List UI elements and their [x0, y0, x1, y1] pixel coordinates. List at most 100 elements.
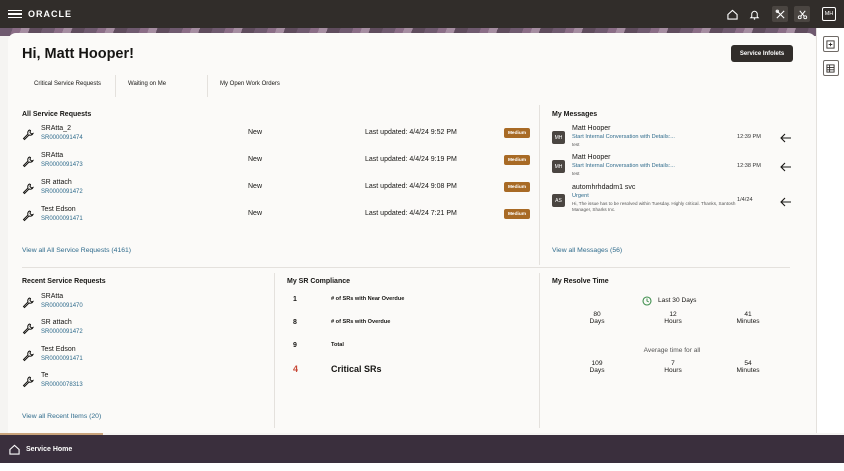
- sr-title: Test Edson: [41, 206, 76, 213]
- table-row[interactable]: SRAtta SR0000091473 New Last updated: 4/…: [22, 152, 532, 178]
- service-infolets-button[interactable]: Service Infolets: [731, 45, 793, 62]
- my-sr-compliance-heading: My SR Compliance: [287, 278, 351, 285]
- message-subject-link[interactable]: Start Internal Conversation with Details…: [572, 134, 675, 140]
- tab-bar: Critical Service Requests Waiting on Me …: [22, 75, 292, 99]
- message-sender: automhrhdadm1 svc: [572, 184, 636, 191]
- table-panel-icon[interactable]: [822, 60, 839, 76]
- avatar: MH: [552, 131, 565, 144]
- sr-title: SRAtta: [41, 293, 64, 300]
- message-sender: Matt Hooper: [572, 154, 611, 161]
- critical-srs-value: 4: [293, 364, 299, 374]
- sr-last-updated: Last updated: 4/4/24 9:08 PM: [365, 183, 457, 190]
- sr-number-link[interactable]: SR0000091471: [41, 216, 83, 222]
- hamburger-menu-icon[interactable]: [8, 9, 22, 19]
- sr-status: New: [248, 183, 263, 190]
- sr-title: Test Edson: [41, 346, 76, 353]
- message-time: 12:38 PM: [737, 163, 761, 169]
- add-panel-icon[interactable]: [822, 36, 839, 52]
- home-icon[interactable]: [724, 6, 740, 22]
- recent-service-requests-heading: Recent Service Requests: [22, 278, 106, 285]
- list-item[interactable]: SRAtta SR0000091470: [22, 293, 262, 317]
- sr-title: Te: [41, 372, 49, 379]
- tab-critical-service-requests[interactable]: Critical Service Requests: [22, 75, 116, 97]
- compliance-value: 9: [293, 342, 297, 349]
- message-preview: Hi, The issue has to be resolved within …: [572, 201, 736, 212]
- sr-number-link[interactable]: SR0000091470: [41, 303, 83, 309]
- sr-title: SR attach: [41, 319, 72, 326]
- tools-icon[interactable]: [772, 6, 788, 22]
- sr-title: SRAtta_2: [41, 125, 71, 132]
- list-item[interactable]: Test Edson SR0000091471: [22, 346, 262, 370]
- wrench-icon: [22, 350, 34, 362]
- right-rail: [816, 28, 844, 433]
- message-time: 12:39 PM: [737, 134, 761, 140]
- resolve-minutes: 41 Minutes: [736, 311, 760, 325]
- service-home-tab[interactable]: Service Home: [26, 446, 72, 453]
- priority-badge: Medium: [504, 209, 530, 219]
- list-item[interactable]: MH Matt Hooper Start Internal Conversati…: [552, 154, 791, 180]
- reply-icon[interactable]: [780, 162, 792, 172]
- message-preview: test: [572, 171, 580, 176]
- compliance-label: # of SRs with Overdue: [331, 319, 391, 325]
- home-icon[interactable]: [9, 444, 20, 455]
- my-messages-heading: My Messages: [552, 111, 598, 118]
- my-resolve-time-heading: My Resolve Time: [552, 278, 609, 285]
- avatar: AS: [552, 194, 565, 207]
- wrench-icon: [22, 129, 34, 141]
- table-row[interactable]: SRAtta_2 SR0000091474 New Last updated: …: [22, 125, 532, 151]
- user-avatar[interactable]: MH: [822, 7, 836, 21]
- divider: [22, 267, 790, 268]
- sr-title: SRAtta: [41, 152, 64, 159]
- compliance-label: # of SRs with Near Overdue: [331, 296, 405, 302]
- reply-icon[interactable]: [780, 197, 792, 207]
- sr-status: New: [248, 129, 263, 136]
- message-time: 1/4/24: [737, 197, 753, 203]
- priority-badge: Medium: [504, 128, 530, 138]
- sr-number-link[interactable]: SR0000091472: [41, 329, 83, 335]
- footer-bar: Service Home: [0, 435, 844, 463]
- view-all-recent-items-link[interactable]: View all Recent Items (20): [22, 413, 101, 420]
- divider: [539, 273, 540, 428]
- scissors-tools-icon[interactable]: [794, 6, 810, 22]
- tab-waiting-on-me[interactable]: Waiting on Me: [116, 75, 208, 97]
- resolve-period-label: Last 30 Days: [658, 297, 697, 304]
- table-row[interactable]: SR attach SR0000091472 New Last updated:…: [22, 179, 532, 205]
- top-bar: ORACLE MH: [0, 0, 844, 28]
- list-item[interactable]: SR attach SR0000091472: [22, 319, 262, 343]
- message-subject-link[interactable]: Urgent: [572, 193, 589, 199]
- reply-icon[interactable]: [780, 133, 792, 143]
- clock-icon: [642, 296, 652, 306]
- critical-srs-label: Critical SRs: [331, 364, 382, 374]
- sr-status: New: [248, 210, 263, 217]
- sr-title: SR attach: [41, 179, 72, 186]
- tab-my-open-work-orders[interactable]: My Open Work Orders: [208, 75, 292, 97]
- message-preview: test: [572, 142, 580, 147]
- sr-last-updated: Last updated: 4/4/24 9:52 PM: [365, 129, 457, 136]
- oracle-logo[interactable]: ORACLE: [28, 9, 72, 19]
- sr-number-link[interactable]: SR0000091473: [41, 162, 83, 168]
- bottom-strip: [0, 463, 844, 471]
- avg-hours: 7 Hours: [664, 360, 682, 374]
- priority-badge: Medium: [504, 155, 530, 165]
- view-all-messages-link[interactable]: View all Messages (56): [552, 247, 622, 254]
- wrench-icon: [22, 323, 34, 335]
- wrench-icon: [22, 376, 34, 388]
- list-item[interactable]: AS automhrhdadm1 svc Urgent Hi, The issu…: [552, 184, 791, 218]
- list-item[interactable]: MH Matt Hooper Start Internal Conversati…: [552, 125, 791, 151]
- sr-number-link[interactable]: SR0000091471: [41, 356, 83, 362]
- sr-number-link[interactable]: SR0000091474: [41, 135, 83, 141]
- wrench-icon: [22, 210, 34, 222]
- avg-minutes: 54 Minutes: [736, 360, 760, 374]
- view-all-service-requests-link[interactable]: View all All Service Requests (4161): [22, 247, 131, 254]
- sr-number-link[interactable]: SR0000091472: [41, 189, 83, 195]
- sr-number-link[interactable]: SR0000078313: [41, 382, 83, 388]
- resolve-days: 80 Days: [589, 311, 605, 325]
- table-row[interactable]: Test Edson SR0000091471 New Last updated…: [22, 206, 532, 232]
- notifications-bell-icon[interactable]: [746, 6, 762, 22]
- priority-badge: Medium: [504, 182, 530, 192]
- sr-status: New: [248, 156, 263, 163]
- list-item[interactable]: Te SR0000078313: [22, 372, 262, 396]
- message-subject-link[interactable]: Start Internal Conversation with Details…: [572, 163, 675, 169]
- all-service-requests-heading: All Service Requests: [22, 111, 92, 118]
- main-panel: Hi, Matt Hooper! Service Infolets Critic…: [8, 33, 816, 433]
